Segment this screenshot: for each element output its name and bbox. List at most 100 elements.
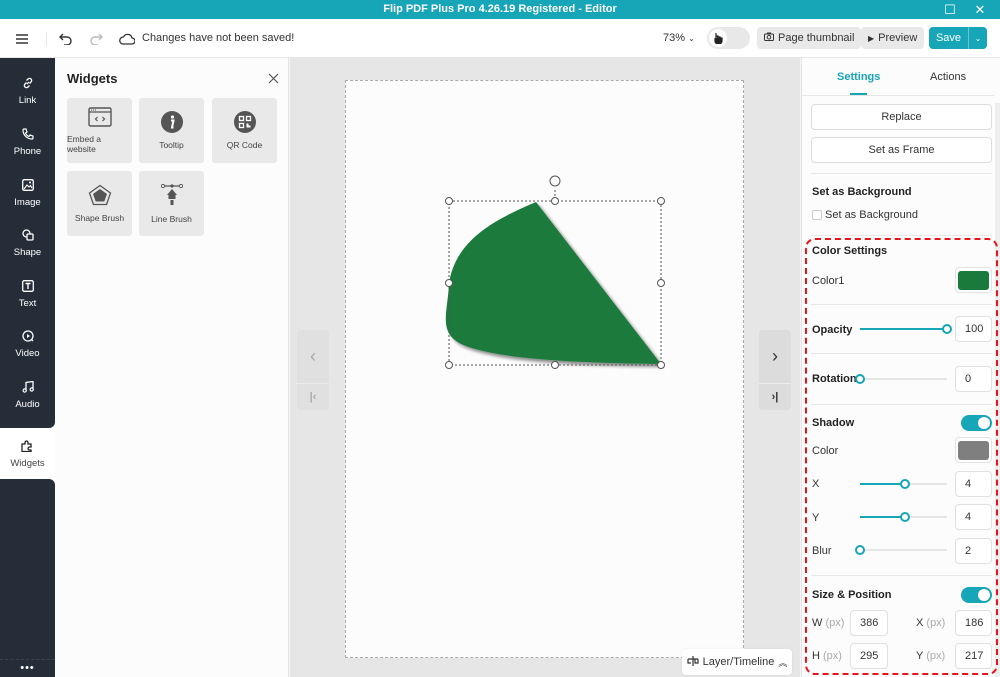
- divider: [811, 304, 992, 305]
- sidebar-item-widgets[interactable]: Widgets: [0, 429, 55, 479]
- resize-handle[interactable]: [657, 197, 665, 205]
- size-position-toggle[interactable]: [961, 587, 992, 603]
- shadow-y-input[interactable]: 4: [955, 504, 992, 530]
- last-page-button[interactable]: ›|: [759, 384, 791, 410]
- sidebar-item-image[interactable]: Image: [0, 168, 55, 218]
- resize-handle[interactable]: [551, 361, 559, 369]
- hand-tool-toggle[interactable]: [707, 27, 750, 49]
- next-page-nav: › ›|: [759, 330, 791, 410]
- shadow-color-label: Color: [812, 445, 839, 457]
- close-panel-icon[interactable]: [268, 71, 282, 85]
- widget-embed-website[interactable]: Embed a website: [67, 98, 132, 163]
- sidebar-dark-section-bottom: [0, 479, 55, 677]
- rotation-input[interactable]: 0: [955, 366, 992, 392]
- shadow-toggle[interactable]: [961, 415, 992, 431]
- y-position-input[interactable]: 217: [955, 643, 992, 669]
- cloud-icon: [116, 28, 138, 50]
- next-page-button[interactable]: ›: [759, 330, 791, 384]
- widget-label: Shape Brush: [74, 213, 125, 223]
- close-icon[interactable]: ✕: [965, 0, 995, 19]
- set-as-frame-button[interactable]: Set as Frame: [811, 137, 992, 163]
- shape-brush-icon: [88, 184, 112, 208]
- slider-thumb[interactable]: [855, 545, 865, 555]
- play-icon: ▶: [868, 33, 875, 43]
- sidebar-item-link[interactable]: Link: [0, 66, 55, 116]
- x-position-input[interactable]: 186: [955, 610, 992, 636]
- resize-handle[interactable]: [445, 279, 453, 287]
- hand-pointer-icon: [709, 29, 727, 47]
- slider-thumb[interactable]: [855, 374, 865, 384]
- embed-website-icon: [87, 107, 112, 129]
- color-settings-heading: Color Settings: [812, 245, 888, 257]
- more-options-icon[interactable]: •••: [0, 659, 55, 677]
- shadow-blur-slider[interactable]: [855, 545, 947, 555]
- slider-thumb[interactable]: [900, 512, 911, 522]
- set-as-background-checkbox[interactable]: [812, 210, 822, 220]
- title-bar: Flip PDF Plus Pro 4.26.19 Registered - E…: [0, 0, 1000, 19]
- tab-settings[interactable]: Settings: [837, 71, 880, 83]
- widgets-puzzle-icon: [21, 439, 34, 455]
- shadow-blur-input[interactable]: 2: [955, 538, 992, 564]
- resize-handle[interactable]: [551, 197, 559, 205]
- preview-button[interactable]: ▶ Preview: [861, 27, 925, 49]
- page-svg: [445, 175, 665, 369]
- zoom-level-dropdown[interactable]: 73% ⌄: [663, 32, 695, 44]
- rotate-handle[interactable]: [549, 175, 561, 187]
- first-page-button[interactable]: |‹: [297, 384, 329, 410]
- tab-actions[interactable]: Actions: [930, 71, 966, 83]
- shadow-y-slider[interactable]: [860, 512, 947, 522]
- resize-handle[interactable]: [657, 361, 665, 369]
- slider-thumb[interactable]: [900, 479, 911, 489]
- replace-button[interactable]: Replace: [811, 104, 992, 130]
- link-icon: [22, 77, 34, 92]
- sidebar-item-label: Phone: [13, 145, 42, 157]
- opacity-slider[interactable]: [860, 324, 952, 334]
- resize-handle[interactable]: [445, 197, 453, 205]
- active-tab-indicator: [850, 93, 867, 95]
- background-heading: Set as Background: [812, 186, 912, 198]
- height-input[interactable]: 295: [850, 643, 888, 669]
- rotation-slider[interactable]: [855, 374, 947, 384]
- slider-thumb[interactable]: [942, 324, 952, 334]
- sidebar-item-phone[interactable]: Phone: [0, 117, 55, 167]
- resize-handle[interactable]: [445, 361, 453, 369]
- width-letter: W: [812, 617, 823, 629]
- shadow-x-input[interactable]: 4: [955, 471, 992, 497]
- shadow-color-picker[interactable]: [955, 437, 992, 463]
- redo-icon[interactable]: [85, 28, 107, 50]
- hamburger-menu-icon[interactable]: [11, 28, 33, 50]
- divider: [811, 173, 992, 174]
- canvas-area: ‹ |‹ › ›| Layer/Timeline ︽: [290, 58, 800, 677]
- properties-panel: Settings Actions Replace Set as Frame Se…: [801, 58, 1000, 677]
- save-button[interactable]: Save ⌄: [929, 27, 987, 49]
- color1-picker[interactable]: [955, 267, 992, 293]
- widget-shape-brush[interactable]: Shape Brush: [67, 171, 132, 236]
- sidebar-item-label: Video: [15, 347, 40, 359]
- widget-line-brush[interactable]: Line Brush: [139, 171, 204, 236]
- shadow-blur-label: Blur: [812, 545, 832, 557]
- opacity-input[interactable]: 100: [955, 316, 992, 342]
- widget-tooltip[interactable]: Tooltip: [139, 98, 204, 163]
- sidebar-item-audio[interactable]: Audio: [0, 370, 55, 420]
- sidebar-item-text[interactable]: Text: [0, 269, 55, 319]
- sidebar-item-label: Link: [18, 94, 37, 106]
- layer-timeline-button[interactable]: Layer/Timeline ︽: [682, 649, 792, 675]
- save-options-chevron-icon[interactable]: ⌄: [968, 27, 987, 49]
- widget-qr-code[interactable]: QR Code: [212, 98, 277, 163]
- x-letter: X: [916, 617, 924, 629]
- opacity-label: Opacity: [812, 324, 853, 336]
- sidebar-item-shape[interactable]: Shape: [0, 218, 55, 268]
- resize-handle[interactable]: [657, 279, 665, 287]
- properties-scrollbar[interactable]: [995, 103, 1000, 677]
- page-canvas[interactable]: [345, 80, 744, 658]
- maximize-icon[interactable]: ☐: [935, 0, 965, 19]
- unit-label: (px): [926, 617, 946, 629]
- previous-page-button[interactable]: ‹: [297, 330, 329, 384]
- widget-label: Tooltip: [159, 140, 184, 150]
- undo-icon[interactable]: [55, 28, 77, 50]
- selected-green-shape[interactable]: [445, 202, 661, 364]
- width-input[interactable]: 386: [850, 610, 888, 636]
- sidebar-item-video[interactable]: Video: [0, 319, 55, 369]
- page-thumbnail-button[interactable]: Page thumbnail: [757, 27, 862, 49]
- shadow-x-slider[interactable]: [860, 479, 947, 489]
